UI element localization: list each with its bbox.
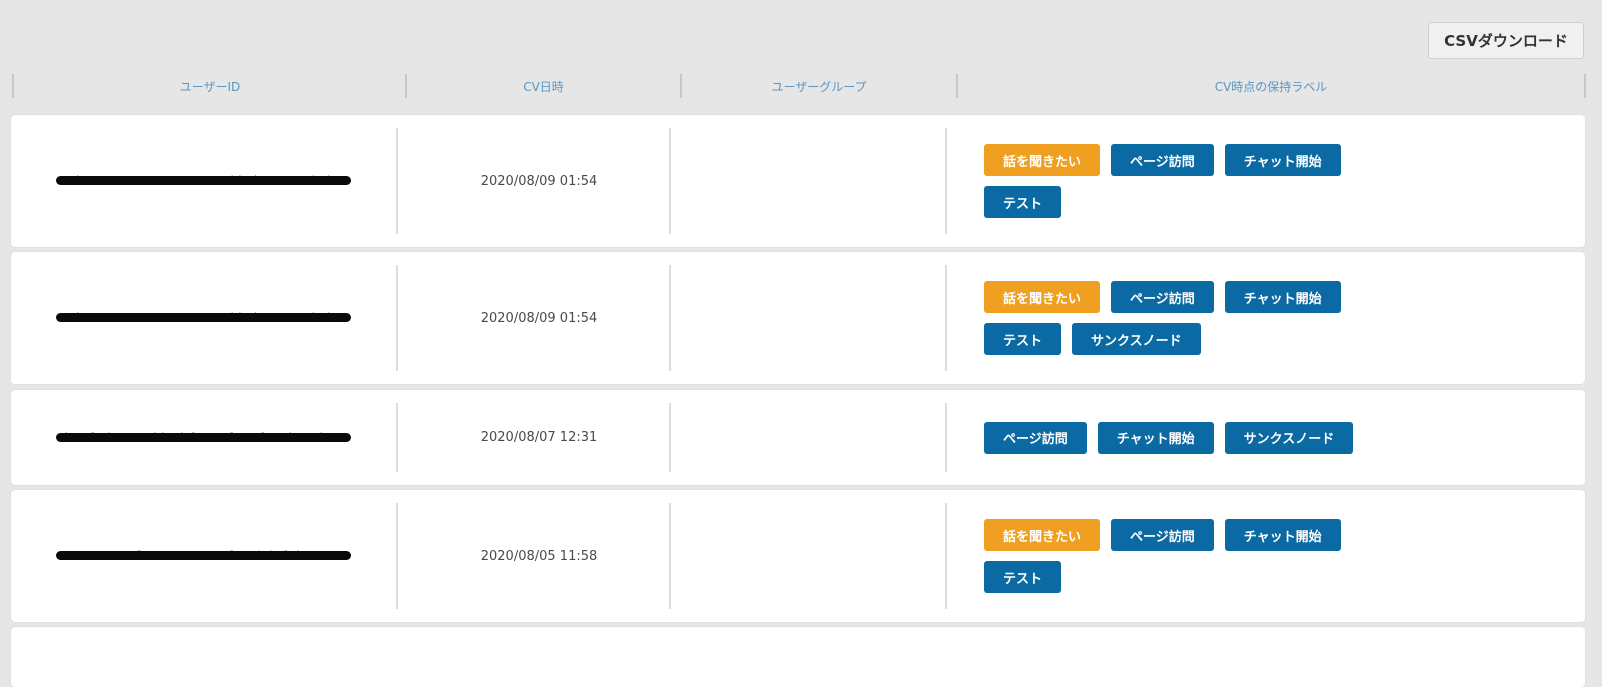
column-separator — [945, 403, 947, 472]
cv-datetime-value: 2020/08/09 01:54 — [480, 173, 598, 189]
label-list: ページ訪問 チャット開始 サンクスノード — [984, 421, 1404, 454]
label-list: 話を聞きたい ページ訪問 チャット開始テスト — [984, 144, 1404, 218]
cv-datetime-cell: 2020/08/05 11:58 — [398, 490, 680, 622]
label-list: 話を聞きたい ページ訪問 チャット開始テスト — [984, 519, 1404, 593]
user-group-cell — [671, 252, 945, 384]
cv-datetime-cell: 2020/08/07 12:31 — [398, 390, 680, 485]
user-id-cell: 7de47828-18a0-4007-a6dd-dae57947b6b1 — [11, 115, 396, 247]
user-id-cell: b39f8d1c-a6dd-4bf1-a7f8-3f92abc41b13 — [11, 390, 396, 485]
user-id-value: 7de47828-18a0-4007-a6dd-dae57947b6b1 — [56, 311, 351, 325]
column-separator — [945, 503, 947, 609]
label-chip[interactable]: チャット開始 — [1097, 421, 1214, 454]
label-chip[interactable]: ページ訪問 — [984, 421, 1087, 454]
label-chip[interactable]: 話を聞きたい — [984, 281, 1101, 313]
cv-datetime-value: 2020/08/07 12:31 — [480, 430, 598, 445]
redaction-mark — [56, 313, 351, 322]
user-id-value: c92806ae-f5e0-4843-9afe-3bd1f2b4c1ea — [56, 549, 351, 563]
table-row[interactable]: c92806ae-f5e0-4843-9afe-3bd1f2b4c1ea 2020… — [11, 490, 1585, 622]
label-chip[interactable]: ページ訪問 — [1111, 519, 1214, 551]
redaction-mark — [56, 432, 351, 442]
label-chip[interactable]: テスト — [984, 186, 1062, 218]
table-row[interactable] — [11, 627, 1585, 687]
label-chip[interactable]: チャット開始 — [1224, 281, 1341, 313]
label-chip[interactable]: テスト — [984, 561, 1062, 593]
column-header-held-labels[interactable]: CV時点の保持ラベル — [958, 74, 1584, 98]
user-id-value: b39f8d1c-a6dd-4bf1-a7f8-3f92abc41b13 — [56, 431, 351, 445]
label-chip[interactable]: チャット開始 — [1224, 144, 1341, 176]
user-group-cell — [671, 115, 945, 247]
redaction-mark — [56, 551, 351, 560]
label-chip[interactable]: 話を聞きたい — [984, 144, 1101, 176]
user-id-value: 7de47828-18a0-4007-a6dd-dae57947b6b1 — [56, 174, 351, 188]
label-chip[interactable]: ページ訪問 — [1111, 281, 1214, 313]
table-row[interactable]: b39f8d1c-a6dd-4bf1-a7f8-3f92abc41b13 2020… — [11, 390, 1585, 485]
user-id-cell: 7de47828-18a0-4007-a6dd-dae57947b6b1 — [11, 252, 396, 384]
header-divider — [1584, 74, 1586, 98]
cv-datetime-value: 2020/08/09 01:54 — [480, 310, 598, 326]
user-id-cell: c92806ae-f5e0-4843-9afe-3bd1f2b4c1ea — [11, 490, 396, 622]
table-row[interactable]: 7de47828-18a0-4007-a6dd-dae57947b6b1 2020… — [11, 252, 1585, 384]
user-group-cell — [671, 490, 945, 622]
csv-download-button[interactable]: CSVダウンロード — [1428, 22, 1584, 59]
column-separator — [945, 265, 947, 371]
table-header: ユーザーID CV日時 ユーザーグループ CV時点の保持ラベル — [12, 74, 1586, 98]
column-header-user-id[interactable]: ユーザーID — [14, 74, 406, 98]
cv-datetime-cell: 2020/08/09 01:54 — [398, 252, 680, 384]
cv-datetime-cell: 2020/08/09 01:54 — [398, 115, 680, 247]
label-list: 話を聞きたい ページ訪問 チャット開始テスト サンクスノード — [984, 281, 1404, 355]
table-row[interactable]: 7de47828-18a0-4007-a6dd-dae57947b6b1 2020… — [11, 115, 1585, 247]
column-header-user-group[interactable]: ユーザーグループ — [682, 74, 956, 98]
label-chip[interactable]: サンクスノード — [1072, 323, 1201, 355]
label-chip[interactable]: ページ訪問 — [1111, 144, 1214, 176]
redaction-mark — [56, 176, 351, 185]
label-chip[interactable]: テスト — [984, 323, 1062, 355]
label-chip[interactable]: サンクスノード — [1224, 421, 1354, 454]
cv-datetime-value: 2020/08/05 11:58 — [480, 548, 598, 564]
user-group-cell — [671, 390, 945, 485]
label-chip[interactable]: チャット開始 — [1224, 519, 1341, 551]
label-chip[interactable]: 話を聞きたい — [984, 519, 1101, 551]
column-header-cv-datetime[interactable]: CV日時 — [407, 74, 680, 98]
column-separator — [945, 128, 947, 234]
